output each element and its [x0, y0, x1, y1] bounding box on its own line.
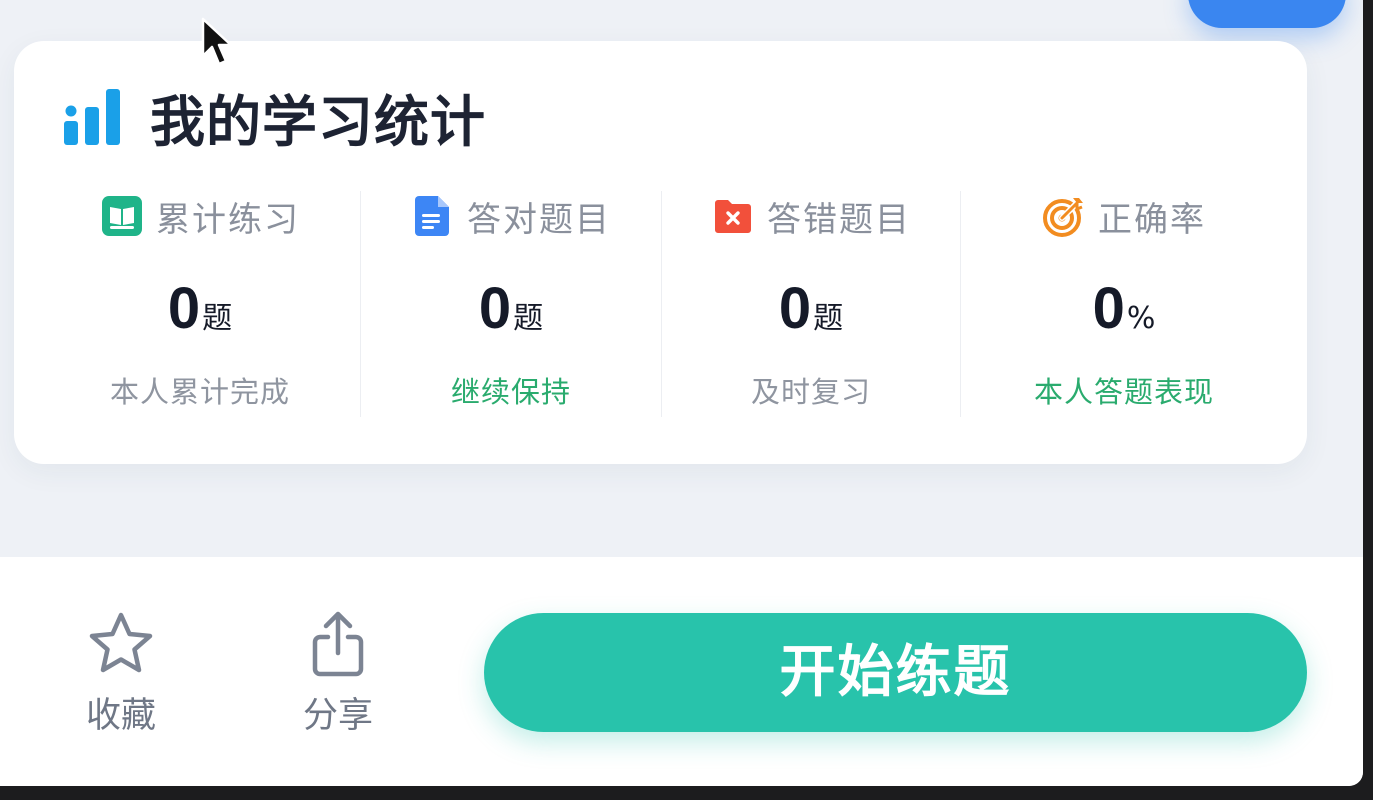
stat-label: 累计练习 [156, 199, 300, 240]
share-icon [312, 611, 364, 677]
star-icon [89, 612, 153, 673]
document-icon [415, 196, 449, 236]
book-icon [102, 196, 142, 236]
bottom-action-bar: 收藏 分享 开始练题 [0, 557, 1363, 786]
study-stats-card: 我的学习统计 累计练习 0题 本人累计完成 答对题目 0题 继续保持 答错题目 … [14, 41, 1307, 464]
stat-label-row: 答错题目 [662, 189, 960, 243]
stat-value: 0 [1092, 276, 1125, 341]
stat-label-row: 答对题目 [361, 189, 661, 243]
stat-value-row: 0题 [662, 275, 960, 342]
stat-wrong-answers: 答错题目 0题 及时复习 [662, 189, 960, 415]
stat-subtitle: 本人累计完成 [109, 375, 290, 409]
share-label: 分享 [302, 696, 373, 736]
stat-accuracy: 正确率 0% 本人答题表现 [961, 189, 1287, 415]
stat-value-row: 0题 [361, 275, 661, 342]
stat-value: 0 [778, 276, 812, 341]
floating-action-button[interactable] [1188, 0, 1346, 28]
stat-value-row: 0题 [40, 275, 360, 342]
start-practice-button[interactable]: 开始练题 [484, 613, 1307, 732]
stat-correct-answers: 答对题目 0题 继续保持 [361, 189, 661, 415]
stat-label: 答对题目 [467, 199, 611, 240]
favorite-label: 收藏 [85, 696, 156, 736]
stat-value: 0 [478, 276, 512, 341]
stat-total-practice: 累计练习 0题 本人累计完成 [40, 189, 360, 415]
error-folder-icon [715, 200, 751, 233]
stat-label-row: 正确率 [961, 189, 1287, 243]
stat-subtitle: 及时复习 [750, 375, 871, 409]
stat-unit: % [1126, 301, 1156, 336]
mouse-cursor-icon [201, 17, 233, 66]
stat-unit: 题 [813, 301, 844, 336]
stat-unit: 题 [202, 301, 233, 336]
target-icon [1043, 198, 1083, 237]
stat-value-row: 0% [961, 275, 1287, 342]
stat-value: 0 [167, 276, 201, 341]
stat-label-row: 累计练习 [40, 189, 360, 243]
stat-subtitle: 继续保持 [450, 375, 571, 409]
share-button[interactable]: 分享 [273, 611, 403, 738]
stat-unit: 题 [513, 301, 544, 336]
stat-label: 答错题目 [767, 199, 911, 240]
stats-title: 我的学习统计 [150, 90, 487, 154]
favorite-button[interactable]: 收藏 [56, 611, 186, 738]
stat-subtitle: 本人答题表现 [1033, 375, 1214, 409]
stats-header: 我的学习统计 [62, 85, 486, 154]
bar-chart-icon [64, 89, 120, 145]
stat-label: 正确率 [1098, 199, 1206, 240]
app-screen: 我的学习统计 累计练习 0题 本人累计完成 答对题目 0题 继续保持 答错题目 … [0, 0, 1363, 786]
